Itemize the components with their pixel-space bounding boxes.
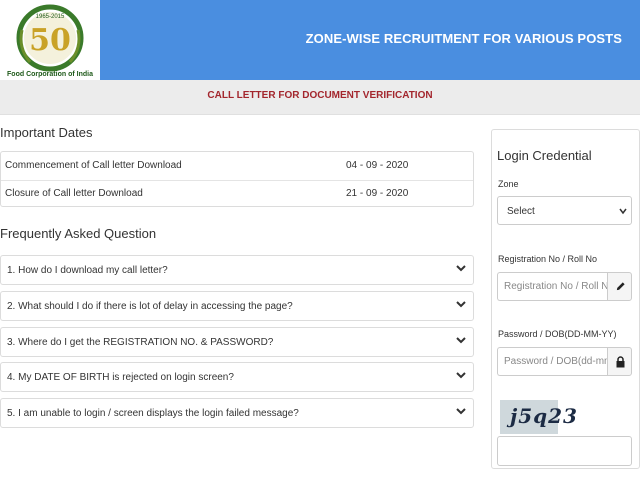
sub-banner: CALL LETTER FOR DOCUMENT VERIFICATION [0,80,640,115]
faq-item-5[interactable]: 5. I am unable to login / screen display… [0,398,474,428]
chevron-down-icon [456,408,466,415]
date-label: Closure of Call letter Download [5,188,143,199]
password-label: Password / DOB(DD-MM-YY) [498,329,617,339]
password-addon [607,347,632,376]
logo-container: 50 1965-2015 Food Corporation of India [0,0,100,80]
zone-select[interactable]: Select [497,196,632,225]
zone-selected-value: Select [507,206,535,217]
registration-input-group [497,272,632,301]
registration-label: Registration No / Roll No [498,254,598,264]
date-label: Commencement of Call letter Download [5,160,182,171]
faq-question: 5. I am unable to login / screen display… [7,408,299,419]
faq-question: 3. Where do I get the REGISTRATION NO. &… [7,337,274,348]
important-dates-table: Commencement of Call letter Download 04 … [0,151,474,207]
chevron-down-icon [456,265,466,272]
pencil-icon [616,282,625,291]
zone-label: Zone [498,179,519,189]
logo-number: 50 [29,23,71,58]
registration-input[interactable] [497,272,607,301]
chevron-down-icon [456,337,466,344]
sub-banner-title: CALL LETTER FOR DOCUMENT VERIFICATION [207,90,433,101]
fci-logo: 50 1965-2015 Food Corporation of India [7,4,93,78]
logo-org-name: Food Corporation of India [7,71,93,78]
logo-years: 1965-2015 [36,14,65,20]
captcha-input[interactable] [497,436,632,466]
password-input-group [497,347,632,376]
captcha-image: j5q23 [500,400,577,434]
faq-question: 1. How do I download my call letter? [7,265,168,276]
faq-item-4[interactable]: 4. My DATE OF BIRTH is rejected on login… [0,362,474,392]
date-value: 04 - 09 - 2020 [346,160,409,171]
faq-question: 4. My DATE OF BIRTH is rejected on login… [7,372,234,383]
captcha-text: j5q23 [510,404,578,428]
password-input[interactable] [497,347,607,376]
date-value: 21 - 09 - 2020 [346,188,409,199]
registration-addon [607,272,632,301]
date-row-commencement: Commencement of Call letter Download 04 … [1,152,475,180]
lock-icon [616,356,625,368]
faq-item-3[interactable]: 3. Where do I get the REGISTRATION NO. &… [0,327,474,357]
login-title: Login Credential [497,148,592,163]
page-title: ZONE-WISE RECRUITMENT FOR VARIOUS POSTS [305,31,622,46]
chevron-down-icon [619,208,627,215]
important-dates-heading: Important Dates [0,125,93,140]
faq-question: 2. What should I do if there is lot of d… [7,301,293,312]
header-bar: 50 1965-2015 Food Corporation of India Z… [0,0,640,80]
date-row-closure: Closure of Call letter Download 21 - 09 … [1,180,475,208]
faq-heading: Frequently Asked Question [0,226,157,241]
faq-item-2[interactable]: 2. What should I do if there is lot of d… [0,291,474,321]
chevron-down-icon [456,372,466,379]
faq-item-1[interactable]: 1. How do I download my call letter? [0,255,474,285]
chevron-down-icon [456,301,466,308]
